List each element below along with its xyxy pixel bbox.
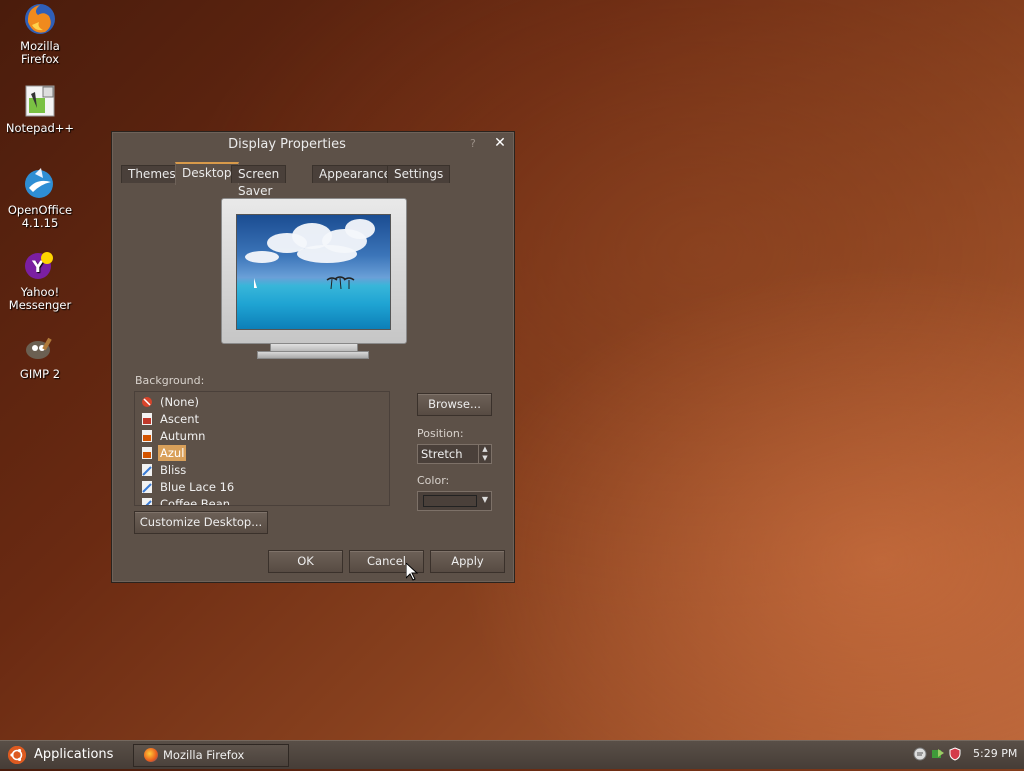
apply-button[interactable]: Apply [430, 550, 505, 573]
dialog-title: Display Properties [228, 137, 346, 152]
applications-label: Applications [34, 747, 114, 762]
image-file-icon [141, 413, 153, 425]
desktop-icon-yahoo-messenger[interactable]: Y Yahoo! Messenger [0, 248, 80, 312]
desktop-icon-label: GIMP 2 [19, 367, 61, 381]
yahoo-messenger-icon: Y [23, 248, 57, 282]
desktop-icon-label: Messenger [8, 298, 72, 312]
openoffice-icon [23, 166, 57, 200]
taskbar-window-label: Mozilla Firefox [163, 748, 245, 762]
desktop-icon-gimp[interactable]: GIMP 2 [0, 330, 80, 381]
tab-themes[interactable]: Themes [121, 165, 183, 183]
image-file-icon [141, 447, 153, 459]
desktop-icon-label: 4.1.15 [21, 216, 59, 230]
taskbar: Applications Mozilla Firefox 5:29 PM [0, 740, 1024, 769]
color-picker[interactable]: ▼ [417, 491, 492, 511]
ubuntu-logo-icon [8, 745, 26, 764]
tab-appearance[interactable]: Appearance [312, 165, 399, 183]
network-tray-icon[interactable] [931, 747, 945, 761]
wallpaper-preview-image [236, 214, 391, 330]
none-icon [141, 396, 153, 408]
desktop-icon-label: Firefox [20, 52, 60, 66]
position-select[interactable]: Stretch ▲ ▼ [417, 444, 492, 464]
taskbar-window-firefox[interactable]: Mozilla Firefox [133, 744, 289, 767]
desktop-icon-firefox[interactable]: Mozilla Firefox [0, 2, 80, 66]
position-value: Stretch [421, 447, 463, 461]
browse-button[interactable]: Browse... [417, 393, 492, 416]
gimp-icon [23, 330, 57, 364]
help-button[interactable]: ? [470, 137, 476, 150]
image-file-icon [141, 498, 153, 505]
customize-desktop-button[interactable]: Customize Desktop... [134, 511, 268, 534]
image-file-icon [141, 464, 153, 476]
tab-settings[interactable]: Settings [387, 165, 451, 183]
firefox-icon [144, 748, 158, 762]
color-swatch [423, 495, 477, 507]
image-file-icon [141, 481, 153, 493]
image-file-icon [141, 430, 153, 442]
mouse-cursor-icon [405, 561, 419, 581]
tab-desktop[interactable]: Desktop [175, 162, 239, 185]
desktop-icon-label: Notepad++ [5, 121, 75, 135]
spinner-icon[interactable]: ▲ ▼ [478, 445, 491, 463]
firefox-icon [23, 2, 57, 36]
background-list[interactable]: (None) Ascent Autumn Azul Bliss Blue Lac… [134, 391, 390, 506]
ok-button[interactable]: OK [268, 550, 343, 573]
monitor-base [257, 351, 369, 359]
chevron-down-icon: ▼ [481, 495, 488, 504]
chat-tray-icon[interactable] [913, 747, 927, 761]
wallpaper-preview-monitor [221, 198, 407, 344]
position-label: Position: [417, 427, 464, 440]
color-label: Color: [417, 474, 450, 487]
security-tray-icon[interactable] [948, 747, 962, 761]
tab-screen-saver[interactable]: Screen Saver [231, 165, 287, 198]
dialog-titlebar[interactable]: Display Properties ? ✕ [112, 132, 514, 158]
close-button[interactable]: ✕ [492, 135, 508, 151]
background-label: Background: [135, 374, 205, 387]
clock[interactable]: 5:29 PM [973, 747, 1017, 760]
applications-menu[interactable]: Applications [8, 745, 113, 765]
desktop-icon-openoffice[interactable]: OpenOffice 4.1.15 [0, 166, 80, 230]
desktop-icon-notepadpp[interactable]: Notepad++ [0, 84, 80, 135]
display-properties-dialog: Display Properties ? ✕ Themes Desktop Sc… [111, 131, 515, 583]
notepadpp-icon [23, 84, 57, 118]
